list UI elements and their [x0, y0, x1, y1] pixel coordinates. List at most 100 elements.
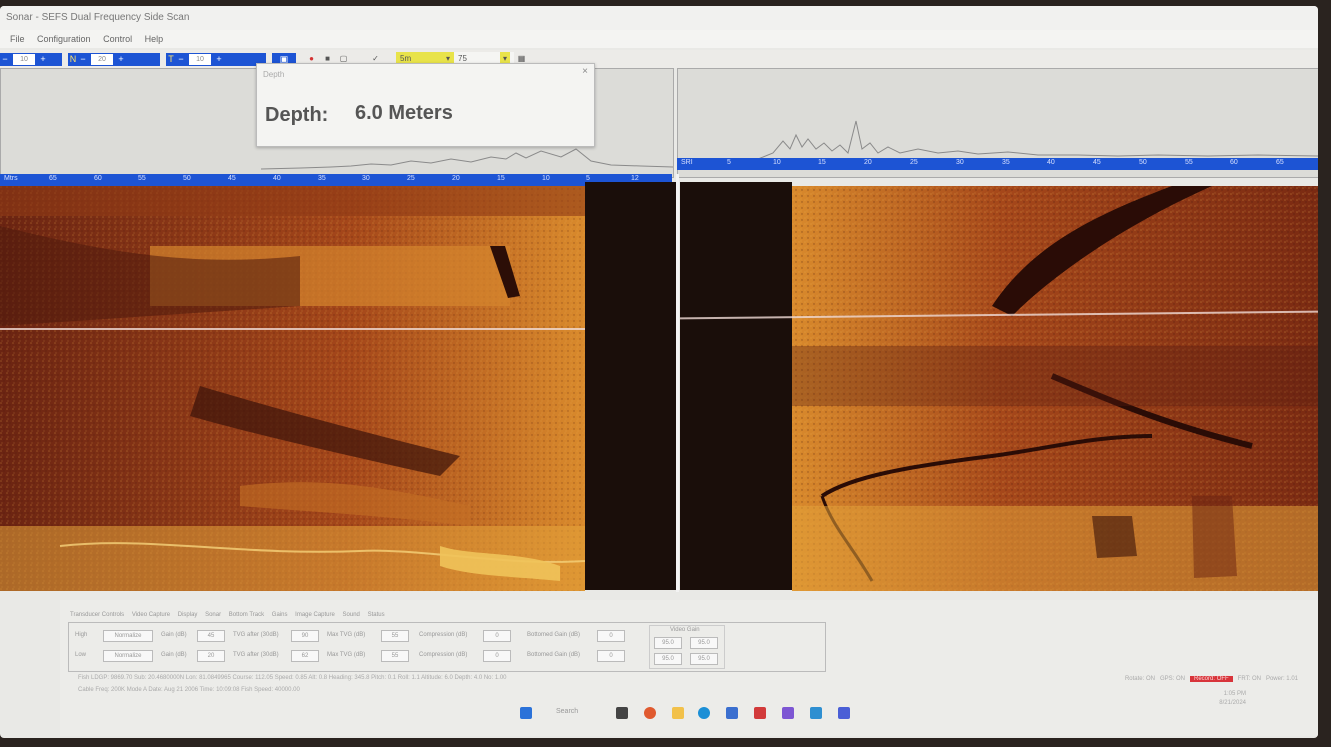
ruler-tick-label: SRI [681, 159, 693, 166]
row-label: High [75, 632, 88, 638]
center-divider[interactable] [676, 174, 679, 592]
tab-gains[interactable]: Gains [272, 612, 288, 618]
bottomed-gain-stepper[interactable]: 0 [597, 650, 625, 662]
ruler-tick-label: 10 [542, 175, 550, 182]
port-sonar-image[interactable] [0, 186, 585, 591]
max-tvg-stepper[interactable]: 55 [381, 650, 409, 662]
app-icon[interactable] [782, 707, 794, 719]
speed-value: 75 [458, 54, 467, 63]
ruler-tick-label: 60 [1230, 159, 1238, 166]
browser-icon[interactable] [644, 707, 656, 719]
ruler-tick-label: 15 [818, 159, 826, 166]
folder-icon[interactable] [672, 707, 684, 719]
starboard-sonar-image[interactable] [792, 186, 1318, 591]
tab-status[interactable]: Status [368, 612, 385, 618]
gain-stepper[interactable]: 20 [197, 650, 225, 662]
video-gain-field[interactable]: 95.0 [654, 637, 682, 649]
ruler-tick-label: 45 [228, 175, 236, 182]
video-gain-field[interactable]: 95.0 [690, 653, 718, 665]
edge-icon[interactable] [698, 707, 710, 719]
gain-label: Gain (dB) [161, 652, 187, 658]
depth-value: 6.0 Meters [355, 102, 453, 124]
menu-bar: File Configuration Control Help [0, 30, 1318, 48]
menu-configuration[interactable]: Configuration [37, 30, 91, 48]
ruler-tick-label: 45 [1093, 159, 1101, 166]
depth-popup-caption: Depth [263, 70, 285, 79]
depth-label: Depth: [265, 104, 329, 126]
control-tabs: Transducer Controls Video Capture Displa… [70, 612, 391, 618]
status-indicator: GPS: ON [1159, 676, 1185, 682]
tab-video-capture[interactable]: Video Capture [132, 612, 170, 618]
tab-sound[interactable]: Sound [343, 612, 360, 618]
max-tvg-stepper[interactable]: 55 [381, 630, 409, 642]
compression-label: Compression (dB) [419, 632, 468, 638]
ruler-tick-label: 55 [1185, 159, 1193, 166]
video-gain-field[interactable]: 95.0 [654, 653, 682, 665]
menu-file[interactable]: File [10, 30, 25, 48]
compression-stepper[interactable]: 0 [483, 650, 511, 662]
gain-plus-button[interactable]: + [116, 53, 126, 66]
monitor-screen: Sonar - SEFS Dual Frequency Side Scan Fi… [0, 6, 1318, 738]
tvg-minus-button[interactable]: − [176, 53, 186, 66]
port-range-ruler: Mtrs 65 60 55 50 45 40 35 30 25 20 15 10 5 12 [0, 174, 672, 186]
scale-value: 5m [400, 54, 412, 63]
gain-field[interactable]: 20 [91, 54, 113, 65]
toolbar: − 10 + N − 20 + T − 10 + ▣ ● ■ ▢ ✓ 5m ▾ … [0, 50, 1318, 68]
ruler-tick-label: 12 [631, 175, 639, 182]
ruler-tick-label: 35 [318, 175, 326, 182]
bottomed-gain-label: Bottomed Gain (dB) [527, 632, 581, 638]
bottomed-gain-stepper[interactable]: 0 [597, 630, 625, 642]
task-view-icon[interactable] [616, 707, 628, 719]
photo-frame: Sonar - SEFS Dual Frequency Side Scan Fi… [0, 0, 1331, 747]
status-indicator: FRT: ON [1237, 676, 1261, 682]
tab-transducer-controls[interactable]: Transducer Controls [70, 612, 124, 618]
menu-help[interactable]: Help [145, 30, 164, 48]
normalize-button[interactable]: Normalize [103, 630, 153, 642]
status-indicator: Power: 1.01 [1265, 676, 1298, 682]
range-plus-button[interactable]: + [38, 53, 48, 66]
video-gain-field[interactable]: 95.0 [690, 637, 718, 649]
transducer-controls: High Normalize Gain (dB) 45 TVG after (3… [68, 622, 826, 672]
tvg-stepper[interactable]: 90 [291, 630, 319, 642]
gain-icon: N [69, 54, 77, 64]
compression-label: Compression (dB) [419, 652, 468, 658]
close-icon[interactable]: × [582, 66, 588, 77]
tab-display[interactable]: Display [178, 612, 198, 618]
app-icon[interactable] [754, 707, 766, 719]
port-cursor-line [0, 328, 585, 330]
ruler-tick-label: 40 [1047, 159, 1055, 166]
range-field[interactable]: 10 [13, 54, 35, 65]
gain-stepper[interactable]: 45 [197, 630, 225, 642]
tab-sonar[interactable]: Sonar [205, 612, 221, 618]
gain-label: Gain (dB) [161, 632, 187, 638]
ruler-tick-label: 65 [1276, 159, 1284, 166]
ruler-tick-label: 60 [94, 175, 102, 182]
taskbar: Search [440, 704, 860, 724]
status-indicators: Rotate: ON GPS: ON Record: OFF FRT: ON P… [1125, 676, 1298, 682]
store-icon[interactable] [726, 707, 738, 719]
gain-minus-button[interactable]: − [78, 53, 88, 66]
range-minus-button[interactable]: − [0, 53, 10, 66]
tvg-field[interactable]: 10 [189, 54, 211, 65]
compression-stepper[interactable]: 0 [483, 630, 511, 642]
tab-bottom-track[interactable]: Bottom Track [229, 612, 264, 618]
ruler-tick-label: 20 [452, 175, 460, 182]
menu-control[interactable]: Control [103, 30, 132, 48]
app-icon[interactable] [810, 707, 822, 719]
start-icon[interactable] [520, 707, 532, 719]
status-indicator: Rotate: ON [1124, 676, 1155, 682]
tvg-plus-button[interactable]: + [214, 53, 224, 66]
starboard-range-ruler: SRI 5 10 15 20 25 30 35 40 45 50 55 60 65 [677, 158, 1318, 170]
ruler-tick-label: 20 [864, 159, 872, 166]
taskbar-search[interactable]: Search [556, 708, 578, 715]
ruler-tick-label: 5 [727, 159, 731, 166]
sonar-app-icon[interactable] [838, 707, 850, 719]
tab-image-capture[interactable]: Image Capture [295, 612, 335, 618]
tvg-stepper[interactable]: 62 [291, 650, 319, 662]
video-gain-group: Video Gain 95.0 95.0 95.0 95.0 [649, 625, 725, 669]
status-bar: Fish LDGP: 9869.70 Sub: 20.4680000N Lon:… [78, 672, 507, 696]
bottomed-gain-label: Bottomed Gain (dB) [527, 652, 581, 658]
port-seabed-texture [0, 186, 585, 591]
range-control: − 10 + [0, 53, 62, 66]
normalize-button[interactable]: Normalize [103, 650, 153, 662]
